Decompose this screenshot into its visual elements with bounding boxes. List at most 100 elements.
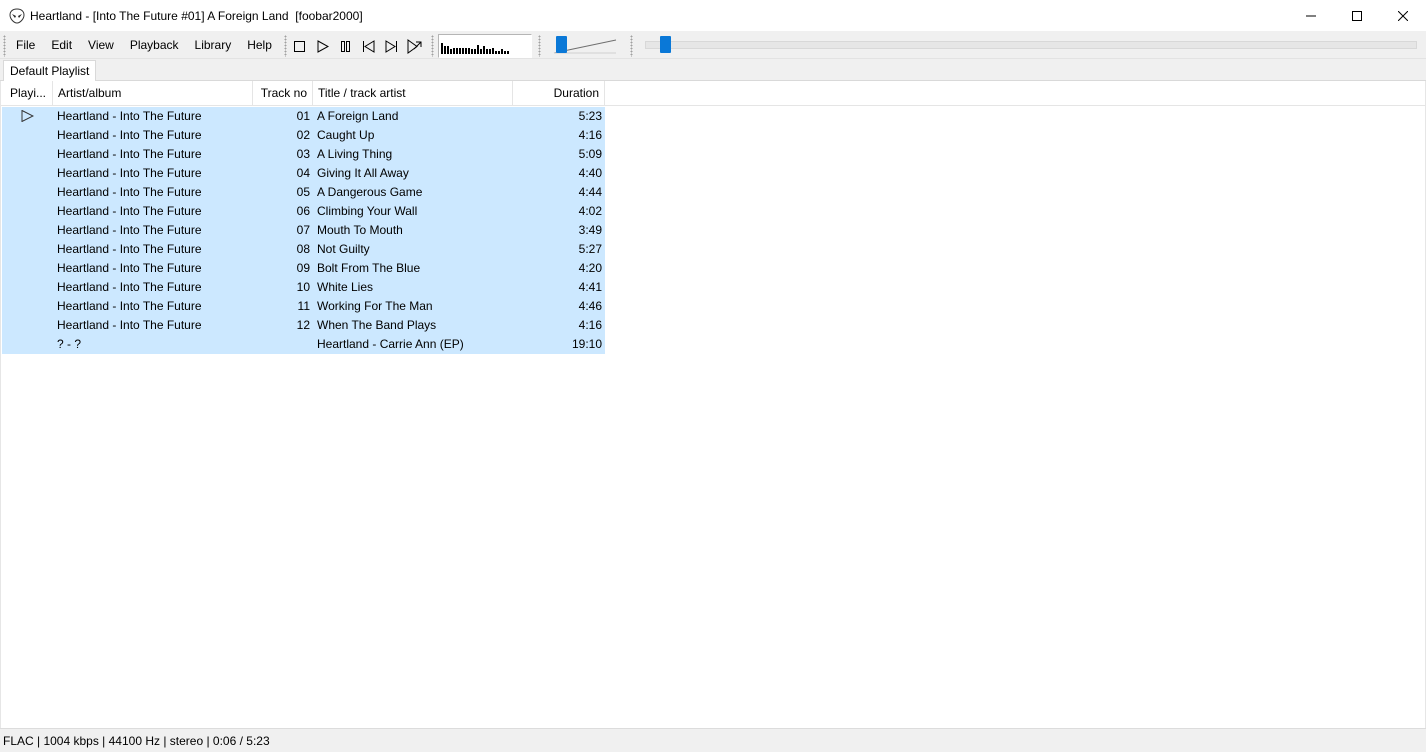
column-header-track-no[interactable]: Track no	[253, 81, 313, 106]
now-playing-icon	[21, 110, 34, 122]
spectrum-bar	[471, 49, 473, 54]
volume-slider-thumb[interactable]	[556, 36, 567, 53]
cell-playing	[2, 164, 53, 183]
menu-view[interactable]: View	[80, 34, 122, 56]
spectrum-bar	[495, 51, 497, 54]
cell-title: Not Guilty	[317, 242, 370, 256]
cell-track-no: 07	[296, 223, 310, 237]
window-controls	[1288, 0, 1426, 31]
spectrum-bar	[486, 49, 488, 54]
playlist-header: Playi... Artist/album Track no Title / t…	[1, 81, 1425, 106]
seekbar-grip[interactable]	[630, 35, 633, 57]
maximize-button[interactable]	[1334, 0, 1380, 31]
column-header-playing[interactable]: Playi...	[1, 81, 53, 106]
play-button[interactable]	[313, 37, 331, 55]
menu-playback[interactable]: Playback	[122, 34, 187, 56]
playlist-tabs: Default Playlist	[0, 59, 1426, 82]
close-button[interactable]	[1380, 0, 1426, 31]
table-row[interactable]: Heartland - Into The Future 05 A Dangerous…	[2, 183, 605, 202]
cell-title: Caught Up	[317, 128, 375, 142]
cell-track-no: 04	[296, 166, 310, 180]
cell-playing	[2, 221, 53, 240]
title-bar[interactable]: Heartland - [Into The Future #01] A Fore…	[0, 0, 1426, 31]
cell-artist-album: Heartland - Into The Future	[57, 109, 202, 123]
close-icon	[1398, 10, 1408, 21]
cell-title: Heartland - Carrie Ann (EP)	[317, 337, 464, 351]
playlist-view[interactable]: Playi... Artist/album Track no Title / t…	[0, 81, 1426, 728]
toolbar-grip[interactable]	[284, 35, 287, 57]
menu-grip[interactable]	[3, 35, 6, 57]
menu-help[interactable]: Help	[239, 34, 280, 56]
spectrum-visualisation	[438, 34, 532, 58]
cell-playing	[2, 259, 53, 278]
column-header-artist-album[interactable]: Artist/album	[53, 81, 253, 106]
stop-button[interactable]	[290, 37, 308, 55]
cell-duration: 4:16	[578, 318, 602, 332]
menu-file[interactable]: File	[8, 34, 43, 56]
column-header-title[interactable]: Title / track artist	[313, 81, 513, 106]
status-bar: FLAC | 1004 kbps | 44100 Hz | stereo | 0…	[0, 728, 1426, 752]
alien-head-icon	[9, 7, 25, 24]
seekbar-track[interactable]	[645, 41, 1417, 49]
table-row[interactable]: Heartland - Into The Future 01 A Foreign L…	[2, 107, 605, 126]
cell-duration: 5:23	[578, 109, 602, 123]
cell-duration: 4:16	[578, 128, 602, 142]
cell-playing	[2, 107, 53, 126]
table-row[interactable]: Heartland - Into The Future 08 Not Guilty 5…	[2, 240, 605, 259]
table-row[interactable]: Heartland - Into The Future 09 Bolt From T…	[2, 259, 605, 278]
cell-duration: 4:46	[578, 299, 602, 313]
minimize-button[interactable]	[1288, 0, 1334, 31]
table-row[interactable]: Heartland - Into The Future 04 Giving It A…	[2, 164, 605, 183]
cell-artist-album: Heartland - Into The Future	[57, 280, 202, 294]
cell-track-no: 09	[296, 261, 310, 275]
menu-edit[interactable]: Edit	[43, 34, 80, 56]
spectrum-bar	[462, 48, 464, 54]
cell-duration: 4:02	[578, 204, 602, 218]
spectrum-bar	[477, 45, 479, 54]
pause-button[interactable]	[336, 37, 354, 55]
cell-track-no: 03	[296, 147, 310, 161]
next-button[interactable]	[382, 37, 400, 55]
table-row[interactable]: ? - ? Heartland - Carrie Ann (EP) 19:10	[2, 335, 605, 354]
cell-title: White Lies	[317, 280, 374, 294]
spectrum-bar	[444, 46, 446, 54]
table-row[interactable]: Heartland - Into The Future 11 Working For…	[2, 297, 605, 316]
cell-artist-album: Heartland - Into The Future	[57, 261, 202, 275]
maximize-icon	[1352, 10, 1362, 21]
previous-icon	[362, 39, 374, 53]
menu-library[interactable]: Library	[187, 34, 240, 56]
table-row[interactable]: Heartland - Into The Future 03 A Living Th…	[2, 145, 605, 164]
spectrum-bar	[456, 48, 458, 54]
cell-duration: 5:09	[578, 147, 602, 161]
cell-playing	[2, 335, 53, 354]
tab-default-playlist[interactable]: Default Playlist	[3, 60, 97, 82]
cell-artist-album: Heartland - Into The Future	[57, 185, 202, 199]
table-row[interactable]: Heartland - Into The Future 07 Mouth To Mo…	[2, 221, 605, 240]
random-button[interactable]	[405, 37, 423, 55]
volume-grip[interactable]	[538, 35, 541, 57]
spectrum-bar	[492, 48, 494, 54]
cell-track-no: 06	[296, 204, 310, 218]
cell-title: A Dangerous Game	[317, 185, 423, 199]
column-header-duration[interactable]: Duration	[513, 81, 605, 106]
cell-artist-album: Heartland - Into The Future	[57, 128, 202, 142]
cell-title: When The Band Plays	[317, 318, 437, 332]
table-row[interactable]: Heartland - Into The Future 06 Climbing Yo…	[2, 202, 605, 221]
cell-title: Working For The Man	[317, 299, 433, 313]
spectrum-bar	[453, 48, 455, 54]
cell-title: Climbing Your Wall	[317, 204, 418, 218]
table-row[interactable]: Heartland - Into The Future 10 White Lies 4…	[2, 278, 605, 297]
cell-playing	[2, 278, 53, 297]
previous-button[interactable]	[359, 37, 377, 55]
spectrum-bar	[474, 49, 476, 54]
cell-playing	[2, 202, 53, 221]
cell-track-no: 08	[296, 242, 310, 256]
random-icon	[407, 38, 421, 54]
visualisation-grip[interactable]	[431, 35, 434, 57]
cell-artist-album: ? - ?	[57, 337, 82, 351]
cell-playing	[2, 145, 53, 164]
cell-title: Giving It All Away	[317, 166, 409, 180]
table-row[interactable]: Heartland - Into The Future 02 Caught Up 4:…	[2, 126, 605, 145]
table-row[interactable]: Heartland - Into The Future 12 When The Ba…	[2, 316, 605, 335]
seekbar-thumb[interactable]	[660, 36, 671, 53]
